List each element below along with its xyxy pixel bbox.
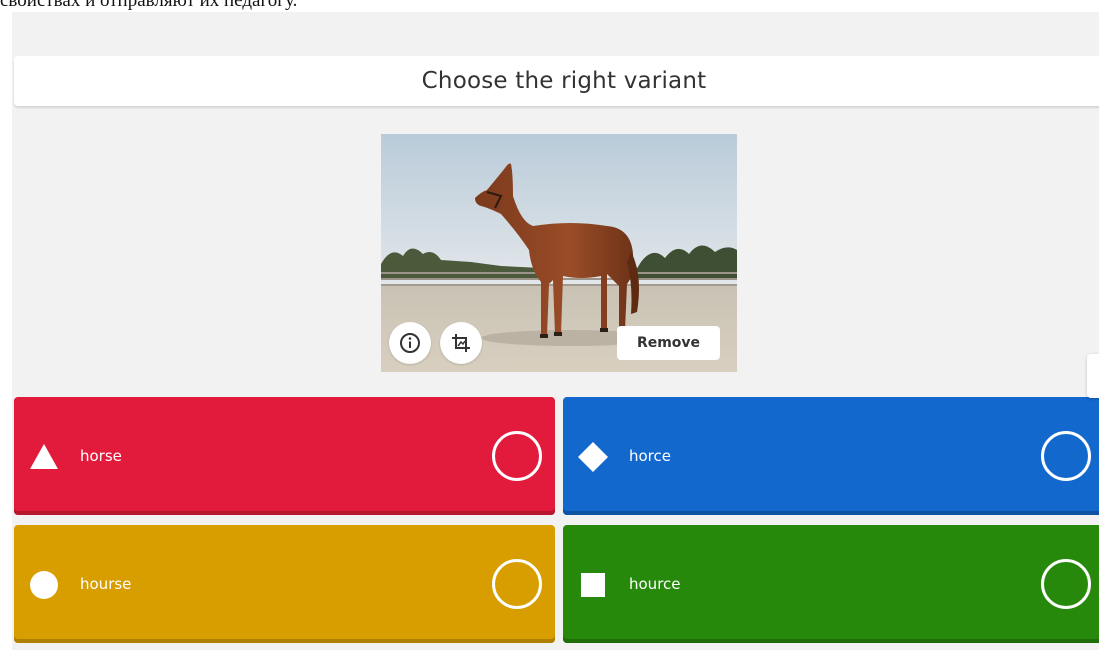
square-icon <box>581 573 605 597</box>
info-icon <box>400 333 420 353</box>
top-caption-text: свойствах и отправляют их педагогу. <box>0 0 298 11</box>
image-crop-button[interactable] <box>440 322 482 364</box>
answer-label-1: horse <box>80 447 122 465</box>
side-panel-toggle[interactable] <box>1087 354 1099 398</box>
correct-answer-toggle-4[interactable] <box>1041 559 1091 609</box>
crop-icon <box>452 334 470 352</box>
image-info-button[interactable] <box>389 322 431 364</box>
question-title-field[interactable]: Choose the right variant <box>14 56 1099 106</box>
answer-option-3[interactable]: hourse <box>14 525 555 643</box>
question-title: Choose the right variant <box>421 68 707 94</box>
diamond-icon <box>578 442 608 472</box>
answer-option-2[interactable]: horce <box>563 397 1099 515</box>
correct-answer-toggle-3[interactable] <box>492 559 542 609</box>
answer-option-4[interactable]: hource <box>563 525 1099 643</box>
triangle-icon <box>30 444 58 469</box>
answer-label-4: hource <box>629 575 681 593</box>
quiz-editor-canvas: Choose the right variant Remove horse ho… <box>12 12 1099 650</box>
correct-answer-toggle-1[interactable] <box>492 431 542 481</box>
circle-icon <box>30 571 58 599</box>
answer-label-3: hourse <box>80 575 132 593</box>
remove-image-button[interactable]: Remove <box>617 326 720 360</box>
answer-label-2: horce <box>629 447 671 465</box>
correct-answer-toggle-2[interactable] <box>1041 431 1091 481</box>
answer-option-1[interactable]: horse <box>14 397 555 515</box>
question-image[interactable]: Remove <box>381 134 737 372</box>
